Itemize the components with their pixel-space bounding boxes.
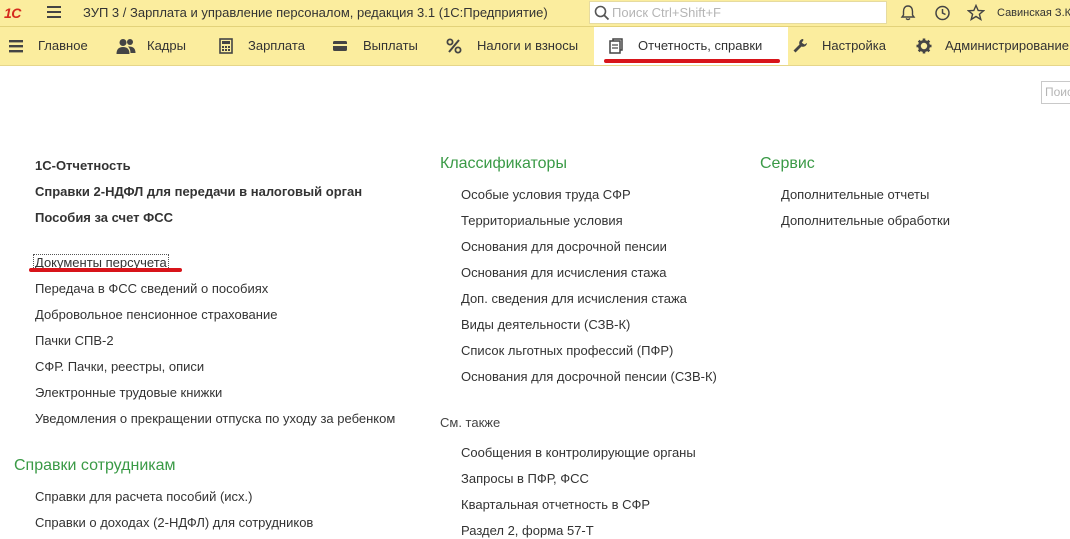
link-benefit-certificates[interactable]: Справки для расчета пособий (исх.) bbox=[35, 489, 252, 505]
section-payments[interactable]: Выплаты bbox=[318, 27, 430, 65]
link-sfr-packs[interactable]: СФР. Пачки, реестры, описи bbox=[35, 359, 204, 375]
link-classifier[interactable]: Доп. сведения для исчисления стажа bbox=[461, 291, 687, 307]
search-icon bbox=[594, 5, 610, 21]
group-title-service: Сервис bbox=[760, 155, 815, 172]
link-1c-reporting[interactable]: 1С-Отчетность bbox=[35, 158, 131, 174]
link-classifier[interactable]: Виды деятельности (СЗВ-К) bbox=[461, 317, 630, 333]
link-classifier[interactable]: Особые условия труда СФР bbox=[461, 187, 631, 203]
link-see-also[interactable]: Квартальная отчетность в СФР bbox=[461, 497, 650, 513]
gear-icon bbox=[916, 38, 932, 54]
link-classifier[interactable]: Список льготных профессий (ПФР) bbox=[461, 343, 673, 359]
link-spv2-packs[interactable]: Пачки СПВ-2 bbox=[35, 333, 114, 349]
link-classifier[interactable]: Основания для досрочной пенсии (СЗВ-К) bbox=[461, 369, 717, 385]
app-logo: 1С bbox=[4, 5, 21, 21]
section-label: Выплаты bbox=[363, 38, 418, 53]
title-bar: 1С ЗУП 3 / Зарплата и управление персона… bbox=[0, 0, 1070, 27]
panel-search-field[interactable]: Поиск bbox=[1041, 81, 1070, 104]
section-taxes[interactable]: Налоги и взносы bbox=[430, 27, 594, 65]
bell-icon[interactable] bbox=[899, 4, 917, 22]
section-label: Настройка bbox=[822, 38, 886, 53]
section-salary[interactable]: Зарплата bbox=[204, 27, 318, 65]
wallet-icon bbox=[333, 41, 347, 51]
link-see-also[interactable]: Раздел 2, форма 57-Т bbox=[461, 523, 594, 539]
wrench-icon bbox=[793, 39, 807, 53]
section-label: Администрирование bbox=[945, 38, 1069, 53]
section-main[interactable]: Главное bbox=[0, 27, 104, 65]
report-icon bbox=[609, 38, 623, 54]
link-additional-reports[interactable]: Дополнительные отчеты bbox=[781, 187, 929, 203]
group-title-see-also: См. также bbox=[440, 415, 501, 430]
percent-icon bbox=[446, 38, 462, 54]
link-additional-processing[interactable]: Дополнительные обработки bbox=[781, 213, 950, 229]
link-fss-benefits[interactable]: Пособия за счет ФСС bbox=[35, 210, 173, 226]
group-title-employee-certificates: Справки сотрудникам bbox=[14, 457, 176, 474]
active-section-highlight bbox=[604, 59, 780, 63]
app-title: ЗУП 3 / Зарплата и управление персоналом… bbox=[83, 5, 548, 20]
link-classifier[interactable]: Территориальные условия bbox=[461, 213, 623, 229]
highlight-underline bbox=[29, 268, 182, 272]
section-label: Кадры bbox=[147, 38, 186, 53]
link-fss-benefit-info[interactable]: Передача в ФСС сведений о пособиях bbox=[35, 281, 268, 297]
global-search[interactable] bbox=[589, 1, 887, 24]
link-income-certificates[interactable]: Справки о доходах (2-НДФЛ) для сотрудник… bbox=[35, 515, 313, 531]
link-leave-termination-notices[interactable]: Уведомления о прекращении отпуска по ухо… bbox=[35, 411, 395, 427]
link-see-also[interactable]: Сообщения в контролирующие органы bbox=[461, 445, 696, 461]
group-title-classifiers: Классификаторы bbox=[440, 155, 567, 172]
calculator-icon bbox=[219, 38, 233, 54]
section-label: Зарплата bbox=[248, 38, 305, 53]
link-electronic-work-books[interactable]: Электронные трудовые книжки bbox=[35, 385, 222, 401]
star-icon[interactable] bbox=[967, 4, 985, 22]
section-label: Налоги и взносы bbox=[477, 38, 579, 53]
link-classifier[interactable]: Основания для досрочной пенсии bbox=[461, 239, 667, 255]
link-voluntary-pension[interactable]: Добровольное пенсионное страхование bbox=[35, 307, 277, 323]
people-icon bbox=[116, 39, 136, 54]
section-hr[interactable]: Кадры bbox=[104, 27, 204, 65]
section-settings[interactable]: Настройка bbox=[788, 27, 906, 65]
section-administration[interactable]: Администрирование bbox=[906, 27, 1070, 65]
link-classifier[interactable]: Основания для исчисления стажа bbox=[461, 265, 666, 281]
link-2ndfl-tax-office[interactable]: Справки 2-НДФЛ для передачи в налоговый … bbox=[35, 184, 362, 200]
link-see-also[interactable]: Запросы в ПФР, ФСС bbox=[461, 471, 589, 487]
menu-lines-icon bbox=[9, 40, 23, 53]
sections-panel: Главное Кадры Зарплата Выплаты Налоги и … bbox=[0, 27, 1070, 66]
global-search-input[interactable] bbox=[612, 4, 880, 21]
history-icon[interactable] bbox=[933, 4, 951, 22]
user-name[interactable]: Савинская З.К. bbox=[997, 0, 1070, 26]
hamburger-menu-icon[interactable] bbox=[47, 6, 61, 20]
section-label: Главное bbox=[38, 38, 88, 53]
